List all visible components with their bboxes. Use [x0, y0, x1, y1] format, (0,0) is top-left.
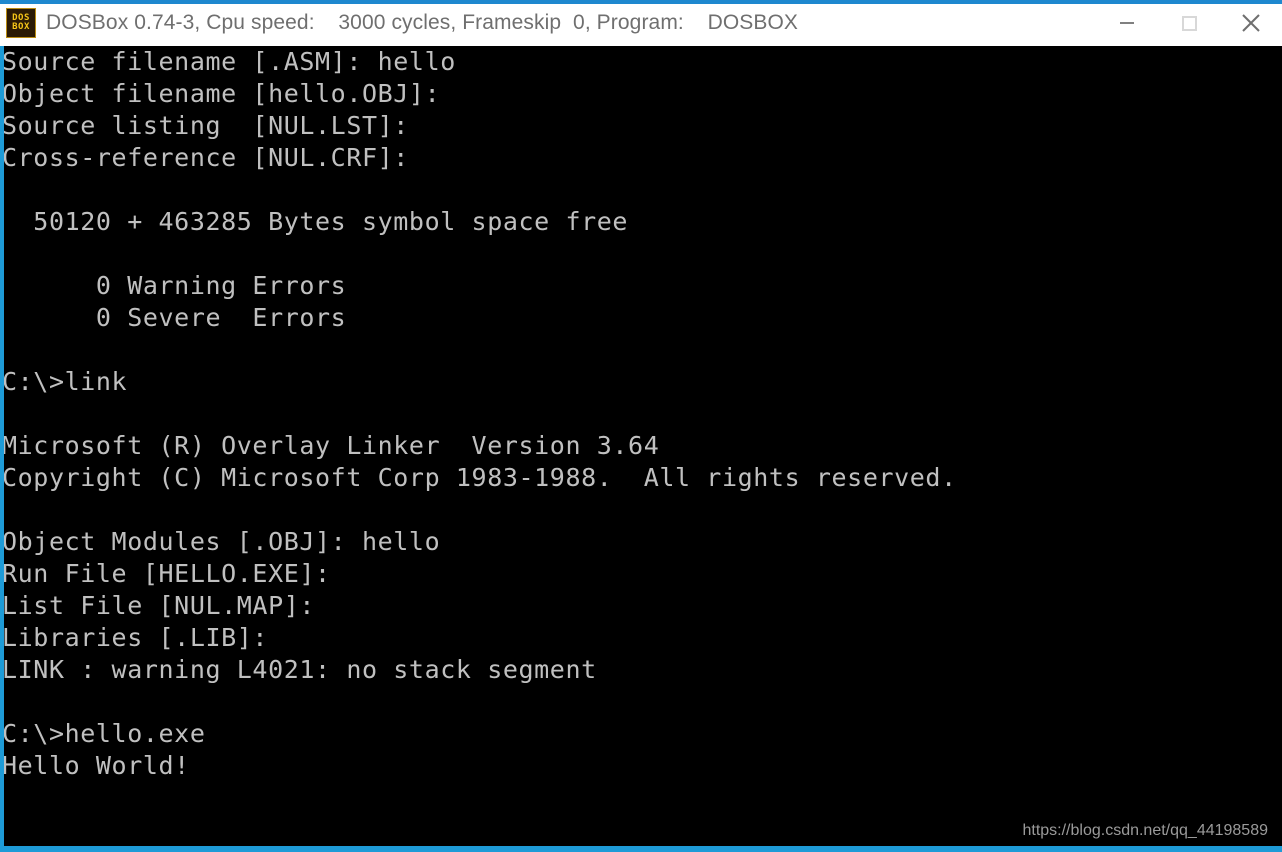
console-line: Object Modules [.OBJ]: hello: [2, 527, 441, 556]
title-bar[interactable]: DOS BOX DOSBox 0.74-3, Cpu speed: 3000 c…: [0, 0, 1282, 46]
window-left-border: [0, 46, 4, 852]
dosbox-app-icon: DOS BOX: [6, 8, 36, 38]
console-line: 0 Severe Errors: [2, 303, 347, 332]
minimize-button[interactable]: [1096, 0, 1158, 46]
console-line: List File [NUL.MAP]:: [2, 591, 316, 620]
dosbox-window: DOS BOX DOSBox 0.74-3, Cpu speed: 3000 c…: [0, 0, 1282, 852]
window-controls: [1096, 0, 1282, 46]
console-line: Object filename [hello.OBJ]:: [2, 79, 441, 108]
console-output: Source filename [.ASM]: hello Object file…: [0, 46, 957, 852]
close-icon: [1242, 14, 1260, 32]
console-line: C:\>hello.exe: [2, 719, 206, 748]
maximize-button[interactable]: [1158, 0, 1220, 46]
window-title: DOSBox 0.74-3, Cpu speed: 3000 cycles, F…: [46, 11, 799, 34]
maximize-icon: [1182, 16, 1197, 31]
dosbox-terminal[interactable]: Source filename [.ASM]: hello Object file…: [0, 46, 1282, 852]
console-line: Source filename [.ASM]: hello: [2, 47, 456, 76]
close-button[interactable]: [1220, 0, 1282, 46]
console-line: 0 Warning Errors: [2, 271, 347, 300]
console-line: Source listing [NUL.LST]:: [2, 111, 409, 140]
app-icon-label-bottom: BOX: [12, 22, 30, 32]
console-line: Libraries [.LIB]:: [2, 623, 269, 652]
console-line: Run File [HELLO.EXE]:: [2, 559, 331, 588]
console-line: Cross-reference [NUL.CRF]:: [2, 143, 409, 172]
console-line: C:\>link: [2, 367, 128, 396]
window-top-accent: [0, 0, 1282, 4]
window-bottom-border: [0, 846, 1282, 852]
minimize-icon: [1120, 22, 1134, 24]
watermark-text: https://blog.csdn.net/qq_44198589: [1022, 822, 1268, 839]
console-line: 50120 + 463285 Bytes symbol space free: [2, 207, 629, 236]
console-line: LINK : warning L4021: no stack segment: [2, 655, 597, 684]
console-line: Hello World!: [2, 751, 190, 780]
console-line: Microsoft (R) Overlay Linker Version 3.6…: [2, 431, 660, 460]
console-line: Copyright (C) Microsoft Corp 1983-1988. …: [2, 463, 957, 492]
